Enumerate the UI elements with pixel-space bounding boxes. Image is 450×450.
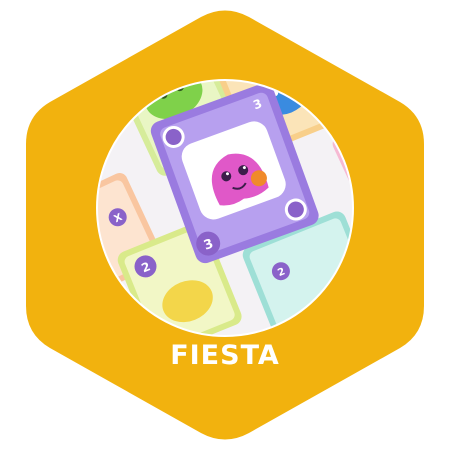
fiesta-badge: 4 3 X X <box>26 10 424 440</box>
badge-title: FIESTA <box>170 340 280 371</box>
